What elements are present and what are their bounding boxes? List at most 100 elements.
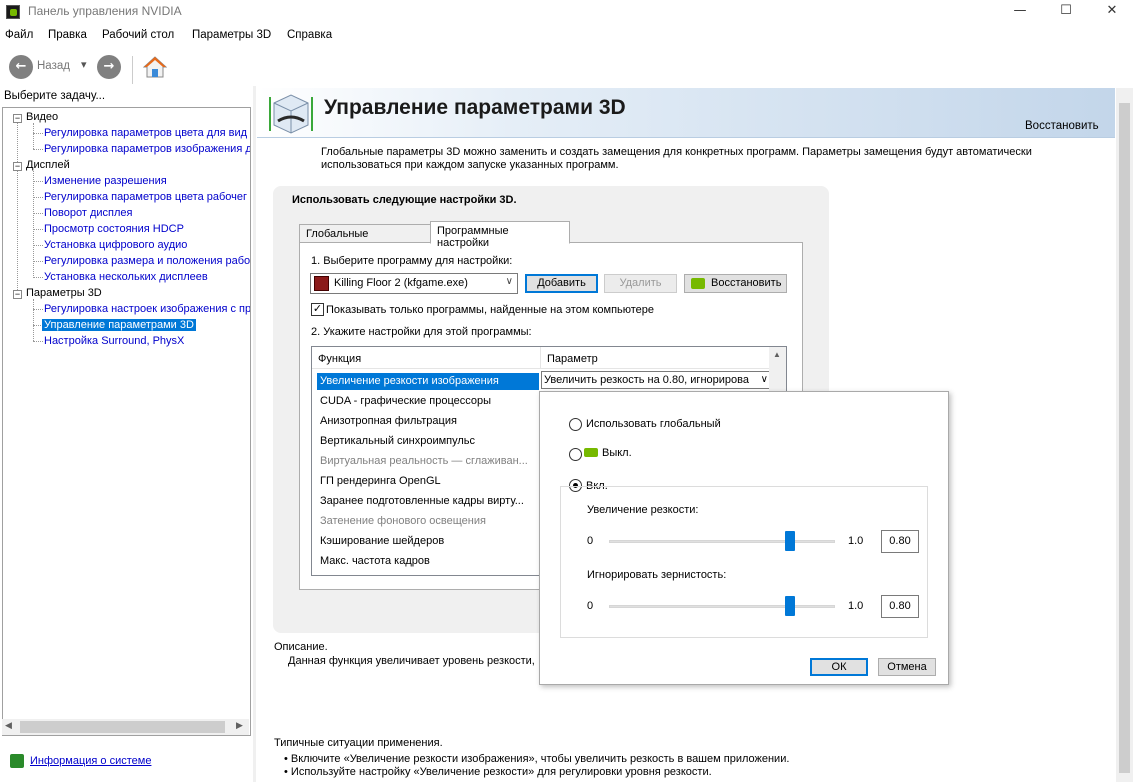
menu-desktop[interactable]: Рабочий стол: [102, 29, 174, 41]
feature-row[interactable]: Виртуальная реальность — сглаживан...: [317, 453, 531, 470]
sharpen-slider-track[interactable]: [609, 540, 835, 543]
tree-item-hdcp[interactable]: Просмотр состояния HDCP: [44, 223, 184, 235]
tree-category-3d[interactable]: Параметры 3D: [26, 287, 102, 299]
tree-item-digital-audio[interactable]: Установка цифрового аудио: [44, 239, 187, 251]
collapse-3d-icon[interactable]: −: [13, 290, 22, 299]
radio-use-global[interactable]: [569, 418, 582, 431]
back-arrow-icon[interactable]: ←: [9, 55, 33, 79]
usage-item: • Используйте настройку «Увеличение резк…: [284, 766, 712, 778]
sharpen-value-input[interactable]: 0.80: [881, 530, 919, 553]
restore-defaults-link[interactable]: Восстановить: [1025, 120, 1099, 132]
program-name: Killing Floor 2 (kfgame.exe): [334, 277, 468, 289]
setting-value-select[interactable]: Увеличить резкость на 0.80, игнорирова ∨: [541, 371, 771, 389]
sharpen-slider-thumb[interactable]: [784, 531, 795, 551]
tree-item-video-color[interactable]: Регулировка параметров цвета для вид: [44, 127, 247, 139]
menu-help[interactable]: Справка: [287, 29, 332, 41]
chevron-down-icon: ∨: [760, 374, 768, 385]
tree-item-video-image[interactable]: Регулировка параметров изображения д: [44, 143, 250, 155]
back-label[interactable]: Назад: [37, 60, 70, 72]
tab-global-settings[interactable]: Глобальные параметры: [299, 224, 431, 252]
use-global-label: Использовать глобальный: [586, 418, 721, 430]
title-bar: Панель управления NVIDIA — ☐ ✕: [0, 0, 1133, 24]
cancel-button[interactable]: Отмена: [878, 658, 936, 676]
radio-off[interactable]: [569, 448, 582, 461]
menu-bar: Файл Правка Рабочий стол Параметры 3D Сп…: [0, 26, 1133, 46]
setting-value: Увеличить резкость на 0.80, игнорирова: [544, 374, 749, 386]
tree-category-video[interactable]: Видео: [26, 111, 58, 123]
program-select[interactable]: Killing Floor 2 (kfgame.exe) ∨: [310, 273, 518, 294]
feature-row[interactable]: CUDA - графические процессоры: [317, 393, 494, 410]
menu-3d-settings[interactable]: Параметры 3D: [192, 29, 271, 41]
grain-slider-track[interactable]: [609, 605, 835, 608]
feature-row[interactable]: Анизотропная фильтрация: [317, 413, 460, 430]
collapse-display-icon[interactable]: −: [13, 162, 22, 171]
add-program-button[interactable]: Добавить: [525, 274, 598, 293]
grain-min: 0: [587, 600, 594, 612]
tree-item-resolution[interactable]: Изменение разрешения: [44, 175, 167, 187]
tree-item-desktop-size[interactable]: Регулировка размера и положения рабо: [44, 255, 250, 267]
tree-item-image-preview[interactable]: Регулировка настроек изображения с пр: [44, 303, 250, 315]
collapse-video-icon[interactable]: −: [13, 114, 22, 123]
tree-item-desktop-color[interactable]: Регулировка параметров цвета рабочег: [44, 191, 247, 203]
sharpen-label: Увеличение резкости:: [587, 504, 699, 516]
grain-value-input[interactable]: 0.80: [881, 595, 919, 618]
system-info-link[interactable]: Информация о системе: [30, 755, 151, 767]
home-icon[interactable]: [143, 55, 167, 79]
tree-item-manage-3d[interactable]: Управление параметрами 3D: [42, 319, 196, 331]
page-title: Управление параметрами 3D: [324, 96, 626, 119]
page-scroll-thumb[interactable]: [1119, 103, 1130, 773]
grain-label: Игнорировать зернистость:: [587, 569, 727, 581]
feature-row[interactable]: ГП рендеринга OpenGL: [317, 473, 444, 490]
nvidia-logo-icon: [691, 278, 705, 289]
description-label: Описание.: [274, 641, 328, 653]
off-label: Выкл.: [602, 447, 632, 459]
feature-row[interactable]: Увеличение резкости изображения: [317, 373, 539, 390]
menu-edit[interactable]: Правка: [48, 29, 87, 41]
tree-horizontal-scrollbar[interactable]: ◀ ▶: [2, 719, 249, 735]
task-pane-header: Выберите задачу...: [4, 90, 106, 102]
sharpening-options-group: Увеличение резкости: 0 1.0 0.80 Игнориро…: [560, 486, 928, 638]
tree-item-surround-physx[interactable]: Настройка Surround, PhysX: [44, 335, 184, 347]
feature-row[interactable]: Кэширование шейдеров: [317, 533, 447, 550]
tree-item-multiple-displays[interactable]: Установка нескольких дисплеев: [44, 271, 208, 283]
tree-category-display[interactable]: Дисплей: [26, 159, 70, 171]
only-found-checkbox[interactable]: ✓: [311, 303, 324, 316]
chevron-down-icon: ∨: [505, 276, 513, 287]
intro-text: Глобальные параметры 3D можно заменить и…: [321, 146, 1032, 171]
sharpen-min: 0: [587, 535, 594, 547]
remove-program-button[interactable]: Удалить: [604, 274, 677, 293]
tab-program-settings[interactable]: Программные настройки: [430, 221, 570, 249]
window-title: Панель управления NVIDIA: [28, 4, 182, 18]
column-header-feature[interactable]: Функция: [312, 347, 541, 369]
usage-item: • Включите «Увеличение резкости изображе…: [284, 753, 790, 765]
sharpen-max: 1.0: [848, 535, 864, 547]
feature-row[interactable]: Затенение фонового освещения: [317, 513, 489, 530]
menu-file[interactable]: Файл: [5, 29, 33, 41]
close-button[interactable]: ✕: [1089, 0, 1133, 24]
minimize-button[interactable]: —: [997, 0, 1043, 24]
step2-label: 2. Укажите настройки для этой программы:: [311, 326, 532, 338]
grain-slider-thumb[interactable]: [784, 596, 795, 616]
maximize-button[interactable]: ☐: [1043, 0, 1089, 24]
column-header-setting[interactable]: Параметр: [541, 347, 771, 369]
usage-label: Типичные ситуации применения.: [274, 737, 443, 749]
task-tree: − Видео Регулировка параметров цвета для…: [2, 107, 251, 736]
scroll-up-icon[interactable]: ▲: [773, 350, 781, 359]
toolbar-separator: [132, 56, 133, 84]
tree-item-rotate-display[interactable]: Поворот дисплея: [44, 207, 132, 219]
scroll-thumb[interactable]: [20, 721, 225, 733]
scroll-left-icon[interactable]: ◀: [5, 720, 12, 731]
grain-max: 1.0: [848, 600, 864, 612]
feature-row[interactable]: Макс. частота кадров: [317, 553, 433, 570]
feature-row[interactable]: Заранее подготовленные кадры вирту...: [317, 493, 527, 510]
restore-program-button[interactable]: Восстановить: [684, 274, 787, 293]
system-info-icon[interactable]: [10, 754, 24, 768]
sharpening-popup: Использовать глобальный Выкл. Вкл. Увели…: [539, 391, 949, 685]
forward-arrow-icon[interactable]: →: [97, 55, 121, 79]
scroll-right-icon[interactable]: ▶: [236, 720, 243, 731]
ok-button[interactable]: ОК: [810, 658, 868, 676]
pane-splitter[interactable]: [253, 86, 256, 782]
history-dropdown-icon[interactable]: ▾: [81, 58, 87, 71]
nvidia-logo-icon: [584, 448, 598, 457]
feature-row[interactable]: Вертикальный синхроимпульс: [317, 433, 478, 450]
